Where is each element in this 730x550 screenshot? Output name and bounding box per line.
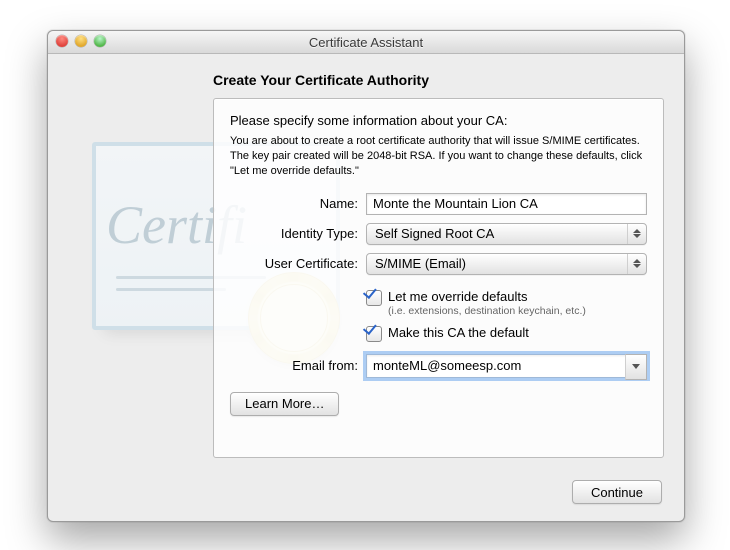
panel-description: You are about to create a root certifica… (230, 134, 647, 179)
updown-icon (627, 254, 646, 274)
page-title: Create Your Certificate Authority (213, 72, 429, 88)
email-from-label: Email from: (230, 358, 366, 373)
updown-icon (627, 224, 646, 244)
make-default-checkbox[interactable] (366, 326, 382, 342)
learn-more-button[interactable]: Learn More… (230, 392, 339, 416)
chevron-down-icon (632, 364, 640, 369)
override-defaults-label: Let me override defaults (388, 289, 586, 304)
window-body: Create Your Certificate Authority Certif… (48, 54, 684, 522)
override-defaults-checkbox[interactable] (366, 290, 382, 306)
identity-type-label: Identity Type: (230, 226, 366, 241)
continue-label: Continue (591, 485, 643, 500)
name-label: Name: (230, 196, 366, 211)
email-from-dropdown-button[interactable] (625, 354, 647, 380)
name-input[interactable] (366, 193, 647, 215)
user-cert-label: User Certificate: (230, 256, 366, 271)
identity-type-value: Self Signed Root CA (375, 226, 494, 241)
window-title: Certificate Assistant (309, 35, 423, 50)
titlebar: Certificate Assistant (48, 31, 684, 54)
continue-button[interactable]: Continue (572, 480, 662, 504)
identity-type-popup[interactable]: Self Signed Root CA (366, 223, 647, 245)
user-cert-value: S/MIME (Email) (375, 256, 466, 271)
zoom-icon[interactable] (94, 35, 106, 47)
override-defaults-sublabel: (i.e. extensions, destination keychain, … (388, 305, 586, 317)
traffic-lights (56, 35, 106, 47)
panel-lead: Please specify some information about yo… (230, 113, 647, 128)
close-icon[interactable] (56, 35, 68, 47)
form-panel: Please specify some information about yo… (213, 98, 664, 458)
minimize-icon[interactable] (75, 35, 87, 47)
email-from-input[interactable] (366, 354, 647, 378)
learn-more-label: Learn More… (245, 396, 324, 411)
window: Certificate Assistant Create Your Certif… (47, 30, 685, 522)
user-cert-popup[interactable]: S/MIME (Email) (366, 253, 647, 275)
make-default-label: Make this CA the default (388, 325, 529, 340)
